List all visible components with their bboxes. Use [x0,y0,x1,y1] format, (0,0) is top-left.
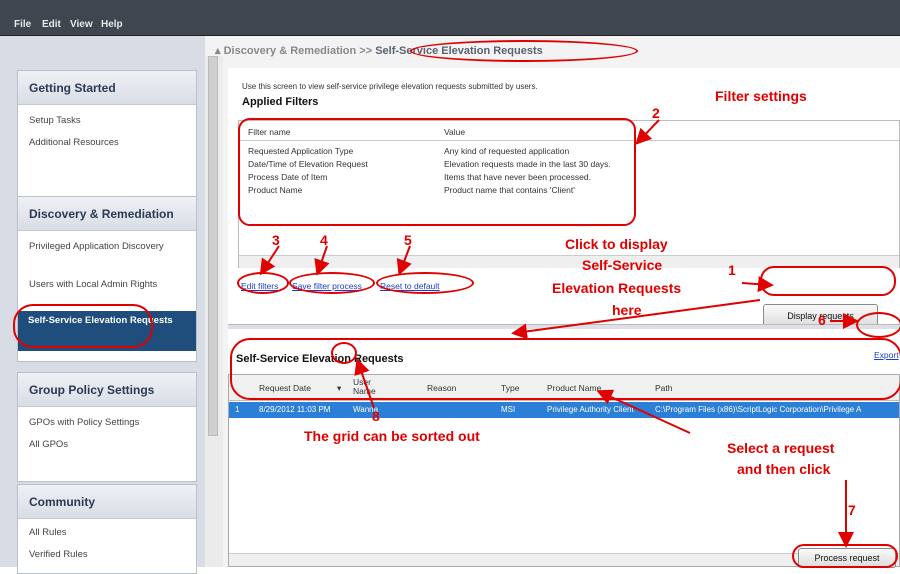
annotation-number-1: 1 [728,262,736,278]
annotation-ring-reset [376,272,474,294]
annotation-ring-breadcrumb [410,40,638,62]
panel-title: Discovery & Remediation [18,197,196,231]
annotation-ring-export [856,312,900,338]
sidebar-item-verified-rules[interactable]: Verified Rules [29,549,88,560]
sidebar-item-additional-resources[interactable]: Additional Resources [29,137,119,148]
annotation-ring-save [289,272,375,294]
sidebar-item-setup-tasks[interactable]: Setup Tasks [29,115,81,126]
breadcrumb-triangle-icon: ▴ [215,45,224,57]
panel-title: Community [18,485,196,519]
panel-gpo: Group Policy Settings GPOs with Policy S… [17,372,197,482]
annotation-number-7: 7 [848,502,856,518]
sidebar-item-privileged-app-discovery[interactable]: Privileged Application Discovery [29,241,169,252]
cell-path: C:\Program Files (x86)\ScriptLogic Corpo… [655,405,862,414]
cell-type: MSI [501,405,516,414]
applied-filters-title: Applied Filters [242,96,319,108]
panel-title: Group Policy Settings [18,373,196,407]
annotation-self-service: Self-Service [582,257,663,273]
panel-title: Getting Started [18,71,196,105]
annotation-number-3: 3 [272,232,280,248]
panel-getting-started: Getting Started Setup Tasks Additional R… [17,70,197,200]
annotation-ring-sort [331,342,357,364]
annotation-number-4: 4 [320,232,328,248]
annotation-ring-sidebar [13,304,153,348]
annotation-and-then-click: and then click [737,461,831,477]
horizontal-splitter[interactable] [228,324,900,329]
annotation-ring-process [792,544,898,568]
main-area: Getting Started Setup Tasks Additional R… [0,36,900,574]
annotation-elevation-requests: Elevation Requests [552,280,682,296]
annotation-number-6: 6 [818,312,826,328]
annotation-number-5: 5 [404,232,412,248]
breadcrumb-parent[interactable]: Discovery & Remediation [224,45,357,57]
menu-file[interactable]: File [14,19,31,30]
annotation-select-request: Select a request [727,440,835,456]
sidebar-item-gpos-policy[interactable]: GPOs with Policy Settings [29,417,139,428]
sidebar-item-users-local-admin[interactable]: Users with Local Admin Rights [29,279,169,290]
sidebar: Getting Started Setup Tasks Additional R… [0,36,205,574]
scrollbar-thumb[interactable] [208,56,218,436]
cell-product-name: Privilege Authority Client [547,405,634,414]
annotation-number-8: 8 [372,408,380,424]
menu-view[interactable]: View [70,19,93,30]
table-row[interactable]: 1 8/29/2012 11:03 PM Wanna MSI Privilege… [229,402,899,418]
menu-help[interactable]: Help [101,19,123,30]
menu-edit[interactable]: Edit [42,19,61,30]
vertical-splitter[interactable] [205,56,223,567]
annotation-number-2: 2 [652,105,660,121]
row-number: 1 [235,405,240,414]
annotation-ring-display [760,266,896,296]
sidebar-item-all-gpos[interactable]: All GPOs [29,439,68,450]
annotation-ring-grid [230,338,900,400]
annotation-grid-sorted: The grid can be sorted out [304,428,480,444]
cell-request-date: 8/29/2012 11:03 PM [259,405,331,414]
sidebar-item-all-rules[interactable]: All Rules [29,527,67,538]
page-description: Use this screen to view self-service pri… [242,82,538,91]
breadcrumb-separator: >> [359,45,373,57]
menu-bar: File Edit View Help [0,0,900,36]
annotation-ring-filters [238,118,636,226]
panel-community: Community All Rules Verified Rules [17,484,197,574]
annotation-ring-edit [237,272,289,294]
annotation-here: here [612,302,642,318]
annotation-filter-settings: Filter settings [715,88,807,104]
annotation-click-display: Click to display [565,236,668,252]
